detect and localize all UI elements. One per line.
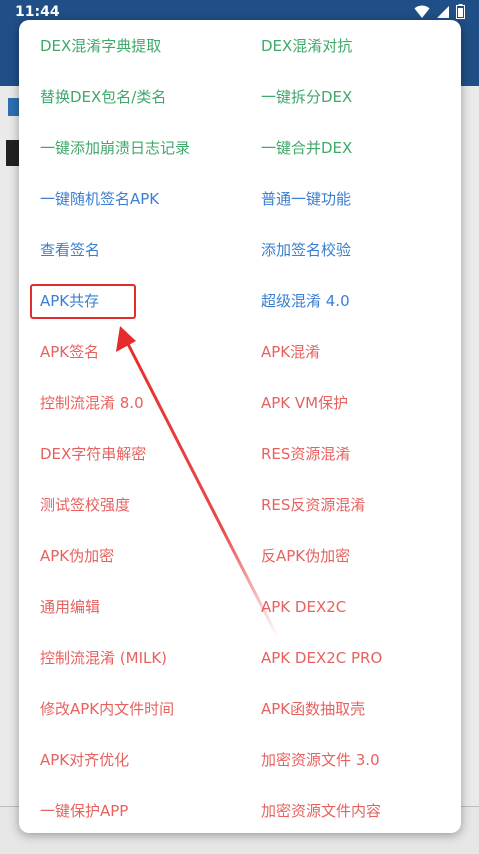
menu-item-apk-align[interactable]: APK对齐优化: [40, 750, 129, 770]
status-time: 11:44: [15, 4, 60, 20]
menu-item-test-signature-strength[interactable]: 测试签校强度: [40, 495, 130, 515]
menu-item-super-obfuscation[interactable]: 超级混淆 4.0: [261, 291, 350, 311]
signal-icon: [437, 5, 449, 18]
menu-item-control-flow-obfuscation[interactable]: 控制流混淆 8.0: [40, 393, 144, 413]
menu-item-add-signature-check[interactable]: 添加签名校验: [261, 240, 351, 260]
menu-item-normal-functions[interactable]: 普通一键功能: [261, 189, 351, 209]
menu-item-dex-string-decrypt[interactable]: DEX字符串解密: [40, 444, 146, 464]
feature-menu-dialog: DEX混淆字典提取 DEX混淆对抗 替换DEX包名/类名 一键拆分DEX 一键添…: [19, 20, 461, 833]
menu-item-apk-vm-protect[interactable]: APK VM保护: [261, 393, 348, 413]
wifi-icon: [414, 5, 430, 18]
menu-item-apk-fake-encryption[interactable]: APK伪加密: [40, 546, 114, 566]
menu-item-merge-dex[interactable]: 一键合并DEX: [261, 138, 352, 158]
menu-item-apk-dex2c-pro[interactable]: APK DEX2C PRO: [261, 648, 382, 668]
menu-item-dex-obfuscation-counter[interactable]: DEX混淆对抗: [261, 36, 352, 56]
menu-item-dex-dictionary-extract[interactable]: DEX混淆字典提取: [40, 36, 161, 56]
menu-item-split-dex[interactable]: 一键拆分DEX: [261, 87, 352, 107]
menu-item-control-flow-milk[interactable]: 控制流混淆 (MILK): [40, 648, 167, 668]
menu-item-one-click-protect[interactable]: 一键保护APP: [40, 801, 128, 821]
menu-item-anti-apk-fake-encryption[interactable]: 反APK伪加密: [261, 546, 350, 566]
menu-item-res-deobfuscation[interactable]: RES反资源混淆: [261, 495, 365, 515]
background-logo: [6, 140, 20, 166]
menu-item-encrypt-resources[interactable]: 加密资源文件 3.0: [261, 750, 380, 770]
menu-item-res-obfuscation[interactable]: RES资源混淆: [261, 444, 350, 464]
menu-item-apk-dex2c[interactable]: APK DEX2C: [261, 597, 346, 617]
menu-item-function-extraction-shell[interactable]: APK函数抽取壳: [261, 699, 365, 719]
menu-item-replace-dex-package[interactable]: 替换DEX包名/类名: [40, 87, 166, 107]
menu-item-apk-obfuscation[interactable]: APK混淆: [261, 342, 320, 362]
menu-item-encrypt-resource-content[interactable]: 加密资源文件内容: [261, 801, 381, 821]
menu-item-random-sign-apk[interactable]: 一键随机签名APK: [40, 189, 159, 209]
menu-item-modify-file-time[interactable]: 修改APK内文件时间: [40, 699, 174, 719]
annotation-highlight-box: [30, 284, 136, 319]
status-icons: [414, 4, 465, 19]
menu-item-add-crash-log[interactable]: 一键添加崩溃日志记录: [40, 138, 190, 158]
battery-icon: [456, 4, 465, 19]
menu-item-general-edit[interactable]: 通用编辑: [40, 597, 100, 617]
menu-item-view-signature[interactable]: 查看签名: [40, 240, 100, 260]
menu-item-apk-sign[interactable]: APK签名: [40, 342, 99, 362]
